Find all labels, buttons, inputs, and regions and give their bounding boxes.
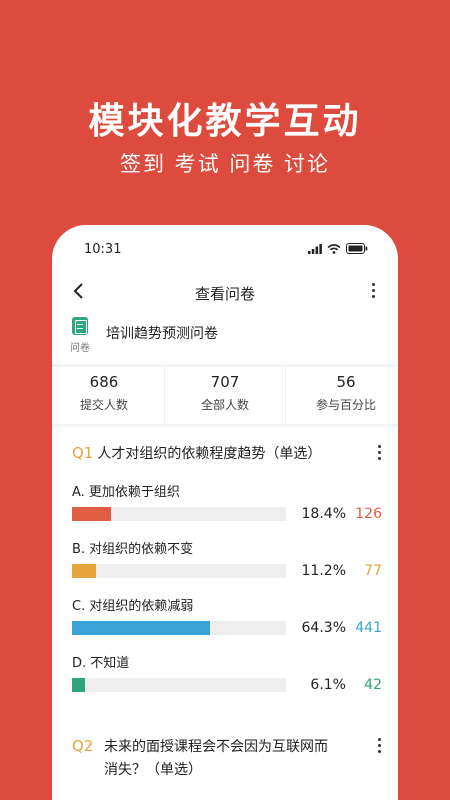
battery-icon	[346, 243, 368, 254]
wifi-icon	[327, 244, 341, 254]
option-label: A. 更加依赖于组织	[72, 485, 180, 500]
progress-track	[72, 564, 286, 578]
progress-fill	[72, 621, 210, 635]
questionnaire-icon-label: 问卷	[70, 343, 90, 354]
status-time: 10:31	[84, 242, 122, 257]
progress-track	[72, 507, 286, 521]
hero-title: 模块化教学互动	[88, 101, 362, 142]
option-percent: 11.2%	[301, 563, 346, 579]
question-text: 人才对组织的依赖程度趋势（单选）	[97, 446, 322, 462]
question-code: Q2	[72, 736, 97, 755]
option-label: B. 对组织的依赖不变	[72, 542, 194, 557]
progress-track	[72, 621, 286, 635]
question-q2: Q2 未来的面授课程会不会因为互联网而 消失？（单选）	[72, 736, 381, 784]
status-bar: 10:31	[52, 225, 398, 273]
page-title: 查看问卷	[194, 285, 255, 303]
stat-label: 参与百分比	[315, 398, 376, 412]
stat-value: 686	[89, 373, 119, 391]
stat-value: 707	[210, 373, 240, 391]
question-code-text: Q2	[72, 737, 94, 755]
option-c[interactable]: C. 对组织的依赖减弱 64.3% 441	[72, 595, 382, 651]
stat-submitted: 686 提交人数	[52, 367, 165, 424]
nav-bar: 查看问卷	[52, 273, 398, 313]
questionnaire-header: 问卷 培训趋势预测问卷	[70, 317, 372, 354]
option-label: C. 对组织的依赖减弱	[72, 599, 194, 614]
stat-label: 全部人数	[200, 398, 249, 412]
more-vertical-icon[interactable]	[378, 445, 382, 463]
option-percent: 6.1%	[310, 677, 346, 693]
question-text-line1: 未来的面授课程会不会因为互联网而	[104, 739, 328, 755]
option-count: 441	[355, 620, 382, 636]
option-a[interactable]: A. 更加依赖于组织 18.4% 126	[72, 481, 382, 537]
stat-label: 提交人数	[79, 398, 128, 412]
questionnaire-icon	[72, 317, 88, 335]
phone-screen: 10:31 查看问卷 问卷 培训趋势预测问卷 686 提交人数 707 全部人数…	[52, 225, 398, 800]
questionnaire-title: 培训趋势预测问卷	[106, 326, 218, 342]
progress-track	[72, 678, 286, 692]
progress-fill	[72, 678, 86, 692]
signal-icon	[308, 244, 322, 254]
more-vertical-icon[interactable]	[372, 283, 376, 301]
option-d[interactable]: D. 不知道 6.1% 42	[72, 652, 382, 708]
status-icons	[308, 243, 368, 254]
hero-subtitle: 签到 考试 问卷 讨论	[119, 152, 331, 176]
progress-fill	[72, 507, 112, 521]
question-text-line2: 消失？（单选）	[104, 762, 202, 778]
progress-fill	[72, 564, 96, 578]
option-label: D. 不知道	[72, 656, 130, 671]
question-code: Q1	[72, 444, 94, 462]
stat-total: 707 全部人数	[165, 367, 286, 424]
stat-percent: 56 参与百分比	[286, 367, 398, 424]
option-percent: 18.4%	[301, 506, 346, 522]
option-percent: 64.3%	[301, 620, 346, 636]
more-vertical-icon[interactable]	[378, 738, 382, 756]
option-b[interactable]: B. 对组织的依赖不变 11.2% 77	[72, 538, 382, 594]
option-count: 126	[355, 506, 382, 522]
stat-value: 56	[336, 373, 356, 391]
question-text: 未来的面授课程会不会因为互联网而 消失？（单选）	[104, 736, 354, 782]
stats-card: 686 提交人数 707 全部人数 56 参与百分比	[52, 367, 398, 424]
option-count: 77	[364, 563, 382, 579]
question-q1: Q1 人才对组织的依赖程度趋势（单选）	[72, 443, 381, 469]
option-count: 42	[364, 677, 382, 693]
